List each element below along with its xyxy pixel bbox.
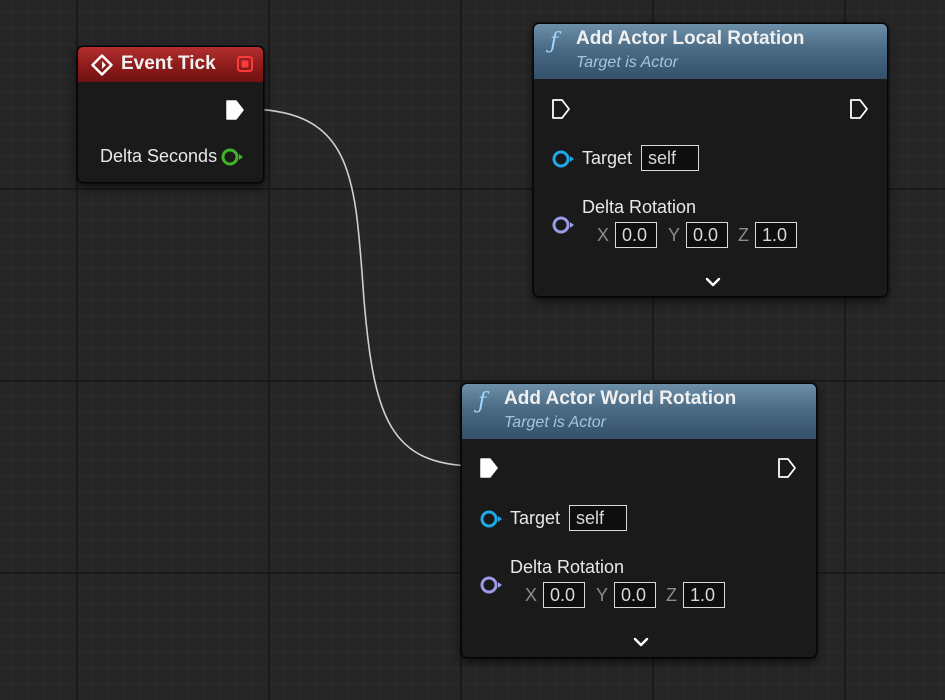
y-axis-label: Y — [668, 225, 681, 245]
event-tick-node[interactable]: Event Tick Delta Seconds — [77, 46, 264, 183]
chevron-down-icon[interactable] — [705, 277, 721, 287]
object-pin-icon[interactable] — [479, 508, 505, 530]
rotation-x-field[interactable]: 0.0 — [543, 582, 585, 608]
event-tick-title: Event Tick — [121, 53, 216, 74]
z-axis-label: Z — [738, 225, 749, 245]
local-node-subtitle: Target is Actor — [576, 54, 678, 71]
z-axis-label: Z — [666, 585, 677, 605]
delta-rotation-label: Delta Rotation — [582, 197, 697, 217]
rotation-x-field[interactable]: 0.0 — [615, 222, 657, 248]
float-pin-icon[interactable] — [220, 146, 244, 168]
function-icon: ƒ — [478, 389, 487, 414]
rotator-pin-icon[interactable] — [551, 214, 577, 236]
chevron-down-icon[interactable] — [633, 637, 649, 647]
event-diamond-icon — [91, 54, 113, 76]
add-actor-local-rotation-node[interactable]: ƒ Add Actor Local Rotation Target is Act… — [533, 23, 888, 297]
target-label: Target — [582, 148, 633, 168]
world-node-title: Add Actor World Rotation — [504, 388, 737, 409]
exec-input-icon[interactable] — [478, 456, 500, 480]
delta-seconds-label: Delta Seconds — [100, 146, 218, 166]
event-tick-header[interactable]: Event Tick — [78, 47, 263, 82]
exec-input-icon[interactable] — [550, 97, 572, 121]
local-node-header[interactable]: ƒ Add Actor Local Rotation Target is Act… — [534, 24, 887, 79]
world-node-subtitle: Target is Actor — [504, 414, 606, 431]
target-value-field[interactable]: self — [641, 145, 699, 171]
world-node-header[interactable]: ƒ Add Actor World Rotation Target is Act… — [462, 384, 816, 439]
rotator-pin-icon[interactable] — [479, 574, 505, 596]
exec-output-icon[interactable] — [848, 97, 870, 121]
exec-output-icon[interactable] — [224, 98, 246, 122]
target-value-field[interactable]: self — [569, 505, 627, 531]
close-icon[interactable] — [237, 56, 253, 72]
rotation-z-field[interactable]: 1.0 — [683, 582, 725, 608]
function-icon: ƒ — [550, 29, 559, 54]
rotation-y-field[interactable]: 0.0 — [614, 582, 656, 608]
x-axis-label: X — [525, 585, 538, 605]
object-pin-icon[interactable] — [551, 148, 577, 170]
local-node-title: Add Actor Local Rotation — [576, 28, 805, 49]
delta-rotation-label: Delta Rotation — [510, 557, 625, 577]
add-actor-world-rotation-node[interactable]: ƒ Add Actor World Rotation Target is Act… — [461, 383, 817, 658]
exec-output-icon[interactable] — [776, 456, 798, 480]
rotation-y-field[interactable]: 0.0 — [686, 222, 728, 248]
exec-wire[interactable] — [244, 108, 478, 467]
y-axis-label: Y — [596, 585, 609, 605]
rotation-z-field[interactable]: 1.0 — [755, 222, 797, 248]
x-axis-label: X — [597, 225, 610, 245]
target-label: Target — [510, 508, 561, 528]
